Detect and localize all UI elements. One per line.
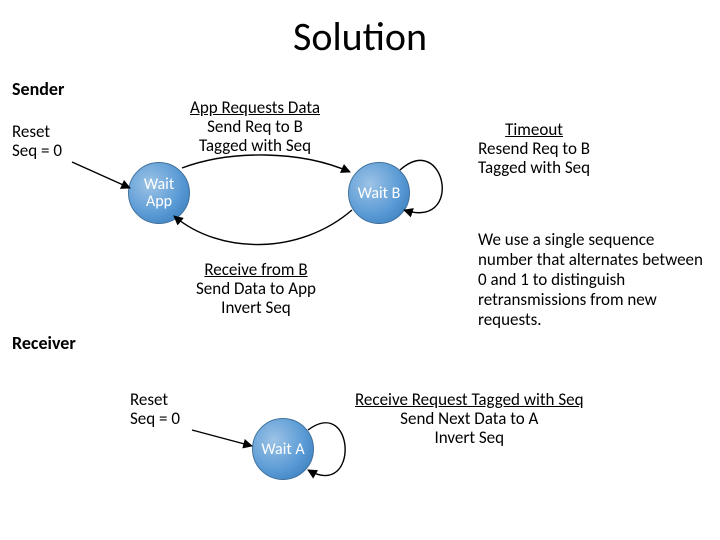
text-line: Seq = 0 bbox=[12, 141, 62, 160]
receiver-section-label: Receiver bbox=[12, 332, 76, 354]
text-line: Reset bbox=[12, 122, 62, 141]
text-line: Timeout bbox=[478, 120, 590, 139]
reset-receiver-label: Reset Seq = 0 bbox=[130, 390, 180, 428]
text-line: Invert Seq bbox=[355, 428, 584, 447]
state-label: Wait A bbox=[261, 441, 304, 458]
state-label: Wait B bbox=[358, 185, 401, 202]
receive-request-label: Receive Request Tagged with Seq Send Nex… bbox=[355, 390, 584, 447]
state-wait-app: Wait App bbox=[128, 162, 190, 224]
sender-section-label: Sender bbox=[12, 78, 64, 100]
explanation-text: We use a single sequence number that alt… bbox=[478, 230, 710, 330]
text-line: Send Next Data to A bbox=[355, 409, 584, 428]
text-line: Tagged with Seq bbox=[478, 158, 590, 177]
text-line: Send Data to App bbox=[196, 279, 316, 298]
text-line: Send Req to B bbox=[190, 117, 320, 136]
state-label: App bbox=[146, 193, 172, 210]
text-line: App Requests Data bbox=[190, 98, 320, 117]
state-wait-b: Wait B bbox=[348, 162, 410, 224]
state-wait-a: Wait A bbox=[252, 418, 314, 480]
text-line: Seq = 0 bbox=[130, 409, 180, 428]
text-line: Receive from B bbox=[196, 260, 316, 279]
timeout-label: Timeout Resend Req to B Tagged with Seq bbox=[478, 120, 590, 177]
receive-from-b-label: Receive from B Send Data to App Invert S… bbox=[196, 260, 316, 317]
text-line: Tagged with Seq bbox=[190, 136, 320, 155]
text-line: Resend Req to B bbox=[478, 139, 590, 158]
text-line: Reset bbox=[130, 390, 180, 409]
state-label: Wait bbox=[144, 176, 174, 193]
text-line: Receive Request Tagged with Seq bbox=[355, 390, 584, 409]
text-line: Invert Seq bbox=[196, 298, 316, 317]
reset-sender-label: Reset Seq = 0 bbox=[12, 122, 62, 160]
app-requests-data-label: App Requests Data Send Req to B Tagged w… bbox=[190, 98, 320, 155]
slide-title: Solution bbox=[0, 12, 720, 61]
